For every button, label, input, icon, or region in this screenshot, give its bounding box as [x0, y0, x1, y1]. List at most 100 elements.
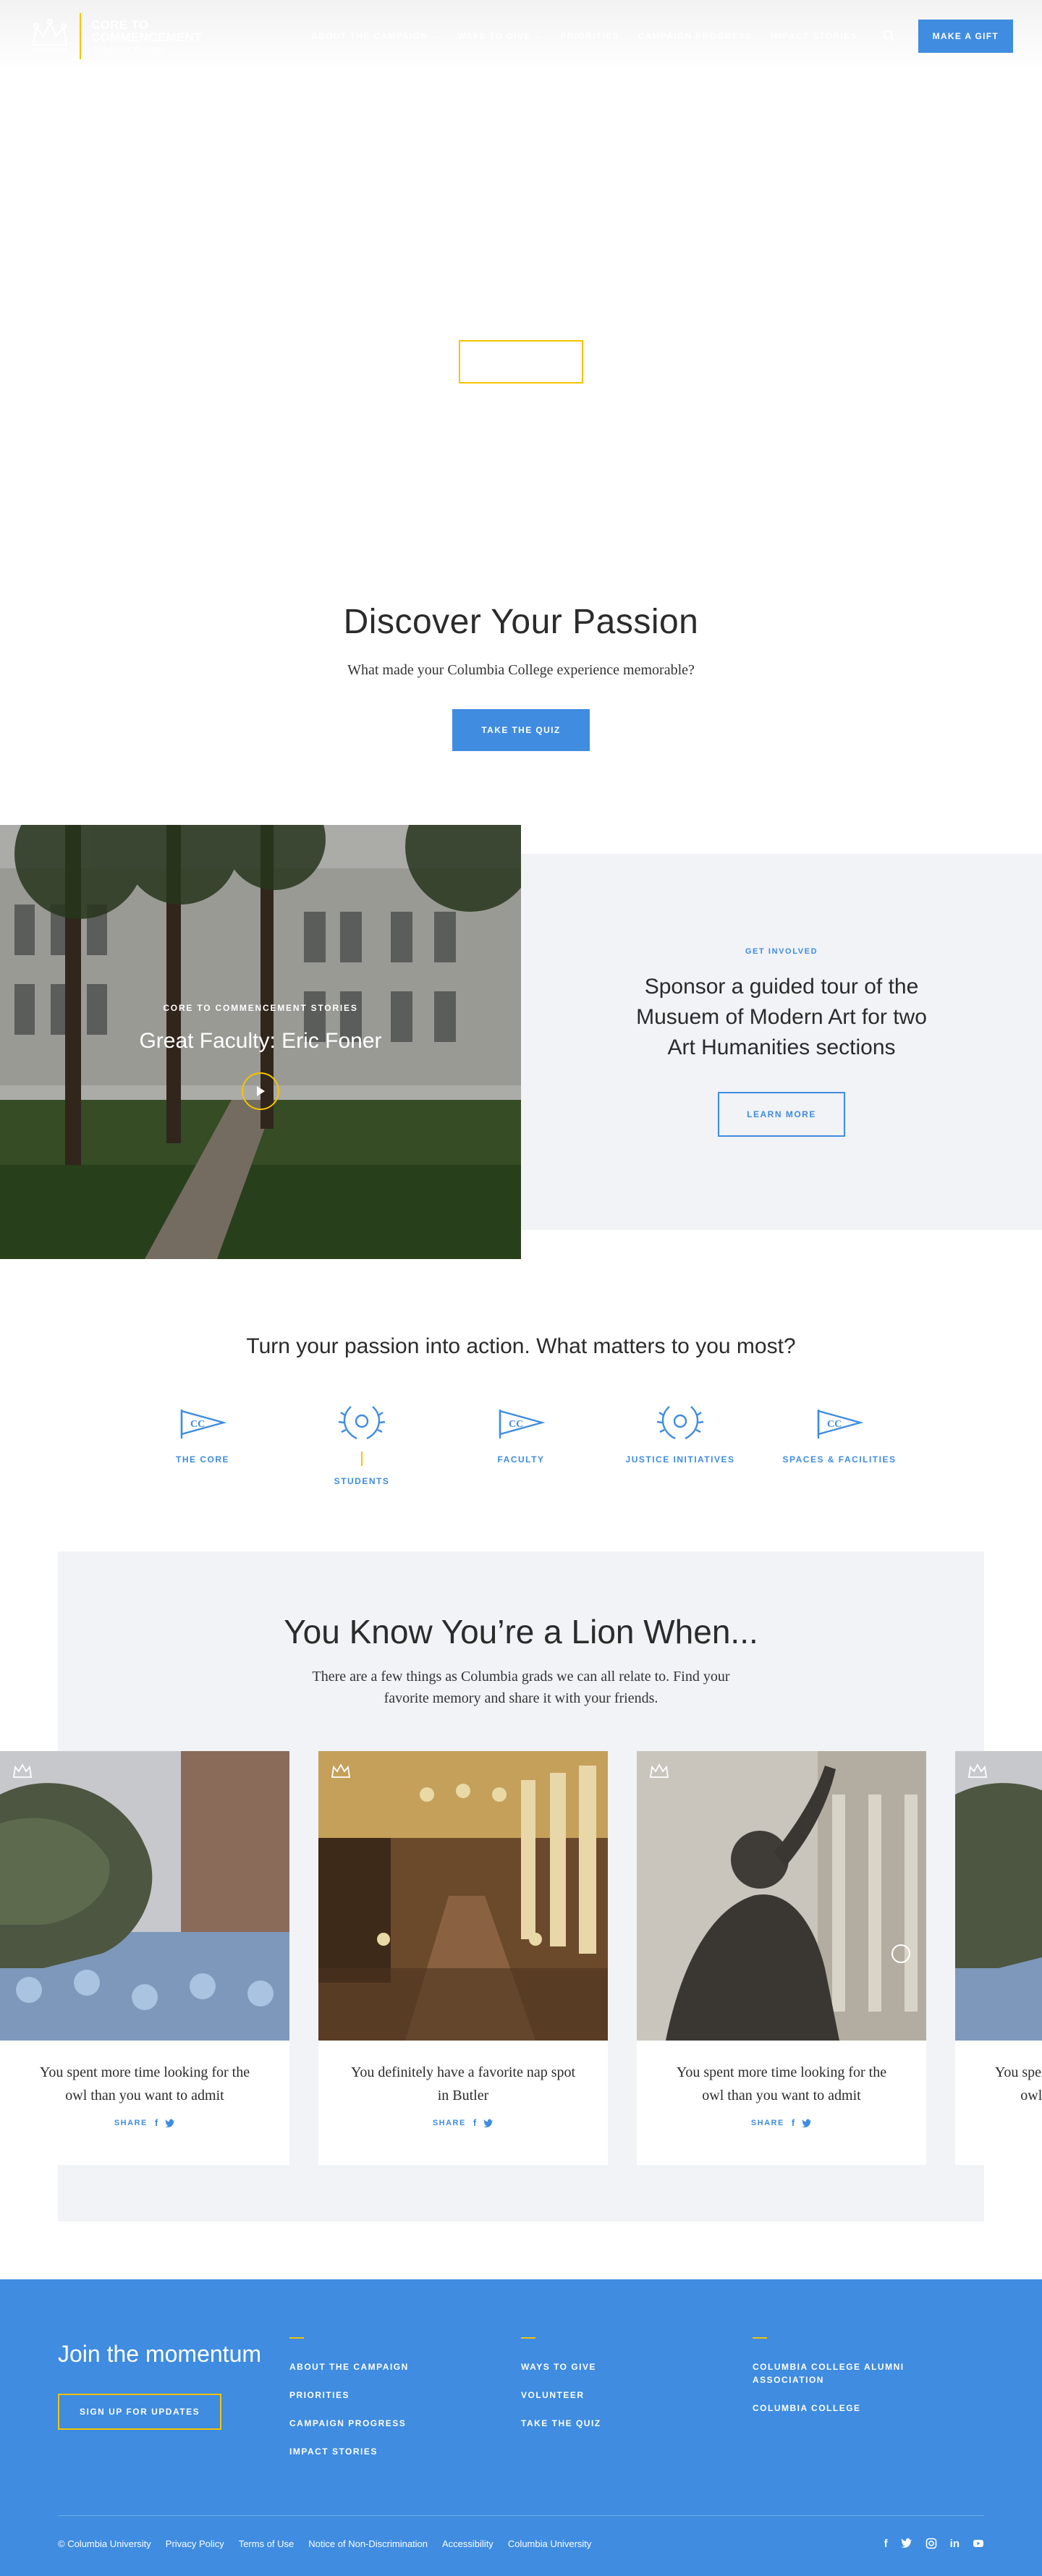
chevron-down-icon: ⌄ [535, 32, 542, 40]
logo-wordmark: Core to Commencement Columbia College [91, 19, 202, 54]
priorities-section: Turn your passion into action. What matt… [0, 1259, 1042, 1551]
facebook-icon[interactable]: f [792, 2117, 795, 2128]
nav-priorities[interactable]: Priorities [561, 31, 619, 41]
category-label: Students [334, 1476, 390, 1486]
category-label: Justice Initiatives [625, 1454, 735, 1465]
join-title: Join the momentum [58, 2341, 262, 2367]
feature-video[interactable]: Core to Commencement Stories Great Facul… [0, 825, 521, 1259]
lion-carousel[interactable]: You spent more time looking for the owl … [0, 1751, 1042, 2165]
logo-line-2: Commencement [91, 30, 202, 44]
footer-col-give: Ways to Give Volunteer Take the Quiz [521, 2337, 753, 2473]
crown-icon [32, 18, 68, 51]
card-image [637, 1751, 926, 2041]
youtube-icon[interactable] [973, 2538, 984, 2549]
active-indicator [361, 1452, 363, 1466]
category-the-core[interactable]: CC The Core [123, 1401, 282, 1486]
share-label: SHARE [432, 2118, 466, 2127]
nav-campaign-progress[interactable]: Campaign Progress [638, 31, 753, 41]
facebook-icon[interactable]: f [155, 2117, 158, 2128]
logo-line-1: Core to [91, 17, 149, 32]
share-row: SHARE f [0, 2117, 289, 2128]
lion-statue-photo [0, 1751, 289, 2041]
pennant-icon: CC [499, 1410, 546, 1439]
lion-card[interactable]: You spent more time looking for the owl … [0, 1751, 289, 2165]
linkedin-icon[interactable]: in [950, 2538, 960, 2550]
play-button[interactable] [242, 1072, 279, 1110]
get-involved-eyebrow: Get Involved [745, 947, 818, 956]
footer-link[interactable]: Columbia College [753, 2402, 955, 2415]
footer-link[interactable]: Priorities [289, 2389, 492, 2402]
site-logo[interactable]: Core to Commencement Columbia College [29, 13, 202, 59]
category-label: The Core [175, 1454, 229, 1465]
alma-mater-photo [637, 1751, 926, 2041]
share-label: SHARE [750, 2118, 784, 2127]
category-justice-initiatives[interactable]: Justice Initiatives [601, 1401, 760, 1486]
facebook-icon[interactable]: f [884, 2538, 888, 2550]
footer-link[interactable]: Take the Quiz [521, 2417, 724, 2430]
privacy-link[interactable]: Privacy Policy [166, 2538, 224, 2549]
instagram-icon[interactable] [925, 2538, 937, 2549]
feature-section: Core to Commencement Stories Great Facul… [0, 825, 1042, 1259]
accessibility-link[interactable]: Accessibility [442, 2538, 494, 2549]
main-nav: About the Campaign ⌄ Ways to Give ⌄ Priori… [311, 29, 897, 43]
share-row: SHARE f [637, 2117, 926, 2128]
lion-title: You Know You’re a Lion When... [284, 1613, 758, 1651]
nav-ways-label: Ways to Give [457, 31, 531, 41]
logo-subtitle: Columbia College [91, 45, 166, 54]
lion-card[interactable]: You spent more time looking for the owl … [955, 1751, 1042, 2165]
footer-link[interactable]: Impact Stories [289, 2445, 492, 2458]
get-involved-panel: Get Involved Sponsor a guided tour of th… [521, 854, 1042, 1230]
category-label: Faculty [497, 1454, 545, 1465]
footer-accent-bar [289, 2337, 304, 2339]
hero-cta-button[interactable] [459, 340, 583, 384]
nav-about[interactable]: About the Campaign ⌄ [311, 31, 439, 41]
site-header: Core to Commencement Columbia College Ab… [0, 0, 1042, 72]
make-gift-button[interactable]: Make a Gift [918, 20, 1013, 53]
card-text: You spent more time looking for the owl … [994, 2064, 1042, 2103]
play-icon [257, 1086, 265, 1096]
nav-impact-stories[interactable]: Impact Stories [771, 31, 857, 41]
twitter-icon[interactable] [900, 2538, 912, 2548]
footer-link[interactable]: About the Campaign [289, 2360, 492, 2373]
get-involved-title: Sponsor a guided tour of the Musuem of M… [636, 975, 927, 1059]
learn-more-button[interactable]: Learn More [718, 1092, 845, 1137]
footer-accent-bar [753, 2337, 767, 2339]
crown-icon [331, 1763, 351, 1778]
twitter-icon[interactable] [802, 2119, 812, 2127]
category-students[interactable]: Students [282, 1401, 441, 1486]
chevron-down-icon: ⌄ [432, 32, 439, 40]
share-label: SHARE [114, 2118, 148, 2127]
card-image [318, 1751, 608, 2041]
search-icon[interactable] [882, 29, 897, 43]
footer-bottom: © Columbia University Privacy Policy Ter… [58, 2515, 984, 2550]
lion-card[interactable]: You spent more time looking for the owl … [637, 1751, 926, 2165]
pennant-icon: CC [180, 1410, 227, 1439]
category-faculty[interactable]: CC Faculty [441, 1401, 601, 1486]
lion-card[interactable]: You definitely have a favorite nap spot … [318, 1751, 608, 2165]
lion-subtitle: There are a few things as Columbia grads… [312, 1669, 730, 1706]
social-links: f in [884, 2538, 984, 2550]
lion-statue-photo [955, 1751, 1042, 2041]
columbia-link[interactable]: Columbia University [508, 2538, 592, 2549]
take-quiz-button[interactable]: Take the Quiz [452, 709, 590, 751]
footer-col-campaign: About the Campaign Priorities Campaign P… [289, 2337, 521, 2473]
twitter-icon[interactable] [483, 2119, 494, 2127]
twitter-icon[interactable] [165, 2119, 175, 2127]
terms-link[interactable]: Terms of Use [239, 2538, 295, 2549]
nav-ways-to-give[interactable]: Ways to Give ⌄ [457, 31, 541, 41]
footer-link[interactable]: Campaign Progress [289, 2417, 492, 2430]
non-discrimination-link[interactable]: Notice of Non-Discrimination [308, 2538, 428, 2549]
footer-link[interactable]: Columbia College Alumni Association [753, 2360, 955, 2386]
feature-eyebrow: Core to Commencement Stories [163, 1003, 358, 1013]
category-spaces-facilities[interactable]: CC Spaces & Facilities [760, 1401, 919, 1486]
lion-header: You Know You’re a Lion When... There are… [0, 1551, 1042, 1709]
card-text: You definitely have a favorite nap spot … [350, 2064, 576, 2103]
signup-button[interactable]: Sign up for updates [58, 2394, 222, 2430]
footer-col-college: Columbia College Alumni Association Colu… [753, 2337, 984, 2473]
footer-link[interactable]: Ways to Give [521, 2360, 724, 2373]
footer-accent-bar [521, 2337, 535, 2339]
facebook-icon[interactable]: f [473, 2117, 476, 2128]
footer-link[interactable]: Volunteer [521, 2389, 724, 2402]
library-photo [318, 1751, 608, 2041]
priorities-title: Turn your passion into action. What matt… [246, 1334, 796, 1358]
